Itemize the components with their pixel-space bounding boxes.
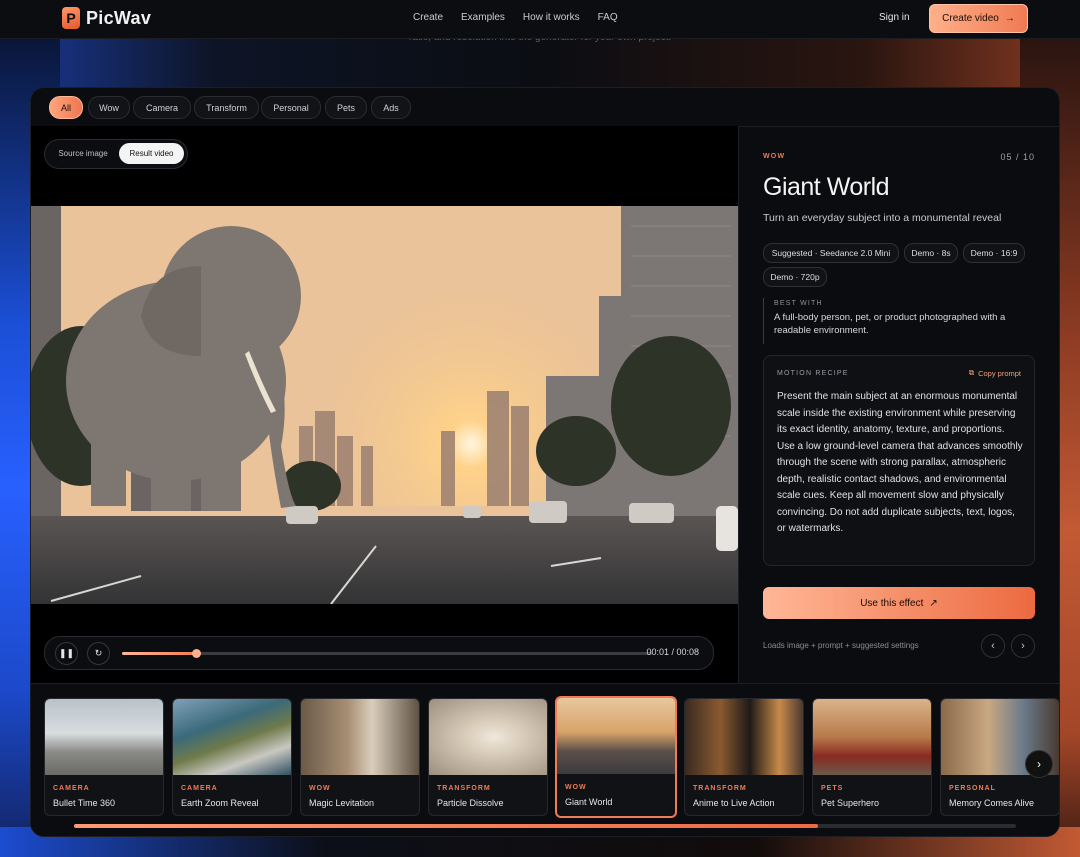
thumbnail-particle-dissolve[interactable]: TRANSFORM Particle Dissolve [428,698,548,816]
logo[interactable]: P PicWav [62,7,151,29]
result-video[interactable] [31,206,738,604]
scrollbar-thumb[interactable] [74,824,819,828]
thumbnail-category: PETS [821,785,844,792]
thumbnail-image [557,698,675,774]
chevron-right-icon: › [1021,640,1025,652]
thumbnail-image [45,699,163,775]
progress-handle[interactable] [192,649,202,658]
pill-demo-duration: Demo · 8s [904,243,958,263]
thumbnail-category: TRANSFORM [693,785,747,792]
best-with-label: BEST WITH [774,300,823,307]
thumbnails-next-button[interactable]: › [1025,750,1053,778]
top-navigation: P PicWav Create Examples How it works FA… [0,0,1080,39]
thumbnail-image [301,699,419,775]
thumbnail-category: WOW [565,784,587,791]
source-result-toggle: Source image Result video [44,139,188,169]
sign-in-link[interactable]: Sign in [879,12,910,23]
thumbnail-image [813,699,931,775]
filter-camera[interactable]: Camera [133,96,191,119]
media-panel: Source image Result video ❚❚ ↻ 00:01 / 0… [31,126,739,683]
thumbnail-name: Bullet Time 360 [53,798,116,808]
thumbnail-name: Earth Zoom Reveal [181,798,259,808]
example-card: All Wow Camera Transform Personal Pets A… [30,87,1060,837]
thumbnail-category: CAMERA [181,785,218,792]
nav-link-create[interactable]: Create [413,12,443,23]
motion-recipe-label: MOTION RECIPE [777,370,849,377]
thumbnail-category: PERSONAL [949,785,996,792]
arrow-up-right-icon: ↗ [929,597,938,609]
pause-icon: ❚❚ [58,648,75,658]
chevron-left-icon: ‹ [991,640,995,652]
thumbnail-bullet-time-360[interactable]: CAMERA Bullet Time 360 [44,698,164,816]
best-with-text: A full-body person, pet, or product phot… [774,312,1006,336]
thumbnail-category: TRANSFORM [437,785,491,792]
thumbnail-image [685,699,803,775]
nav-link-faq[interactable]: FAQ [598,12,618,23]
progress-track[interactable] [122,649,652,658]
thumbnail-scrollbar[interactable] [74,824,1016,828]
pill-demo-resolution: Demo · 720p [763,267,827,287]
thumbnail-name: Giant World [565,797,613,807]
nav-links: Create Examples How it works FAQ [413,12,618,23]
effect-subtitle: Turn an everyday subject into a monument… [763,212,1002,224]
chevron-right-icon: › [1037,757,1041,771]
effect-counter: 05 / 10 [1000,152,1035,162]
logo-text: PicWav [86,7,152,28]
thumbnail-earth-zoom-reveal[interactable]: CAMERA Earth Zoom Reveal [172,698,292,816]
loads-note: Loads image + prompt + suggested setting… [763,641,919,650]
replay-button[interactable]: ↻ [87,642,110,665]
thumbnail-strip: CAMERA Bullet Time 360 CAMERA Earth Zoom… [31,683,1059,836]
pause-button[interactable]: ❚❚ [55,642,78,665]
create-video-button[interactable]: Create video → [929,4,1028,33]
best-with-section: BEST WITH A full-body person, pet, or pr… [763,298,1035,344]
copy-prompt-button[interactable]: ⧉ Copy prompt [969,368,1021,378]
copy-icon: ⧉ [968,368,975,377]
thumbnail-name: Particle Dissolve [437,798,504,808]
video-frame-illustration [31,206,738,604]
nav-link-how-it-works[interactable]: How it works [523,12,580,23]
thumbnail-pet-superhero[interactable]: PETS Pet Superhero [812,698,932,816]
video-time: 00:01 / 00:08 [646,647,699,657]
pill-demo-ratio: Demo · 16:9 [963,243,1025,263]
motion-recipe-text: Present the main subject at an enormous … [777,391,1023,534]
use-effect-button[interactable]: Use this effect ↗ [763,587,1035,619]
thumbnail-image [173,699,291,775]
next-effect-button[interactable]: › [1011,634,1035,658]
thumbnail-name: Anime to Live Action [693,798,775,808]
filter-bar: All Wow Camera Transform Personal Pets A… [31,88,1059,127]
effect-title: Giant World [763,173,890,201]
toggle-result-video[interactable]: Result video [119,143,184,164]
thumbnail-name: Memory Comes Alive [949,798,1035,808]
thumbnail-image [429,699,547,775]
thumbnail-magic-levitation[interactable]: WOW Magic Levitation [300,698,420,816]
filter-ads[interactable]: Ads [371,96,411,119]
filter-pets[interactable]: Pets [325,96,367,119]
filter-transform[interactable]: Transform [194,96,259,119]
filter-wow[interactable]: Wow [88,96,130,119]
effect-details: WOW 05 / 10 Giant World Turn an everyday… [739,126,1059,683]
thumbnail-category: WOW [309,785,331,792]
filter-personal[interactable]: Personal [261,96,321,119]
thumbnail-name: Magic Levitation [309,798,375,808]
thumbnail-anime-to-live-action[interactable]: TRANSFORM Anime to Live Action [684,698,804,816]
logo-icon: P [62,7,80,29]
pill-suggested-model: Suggested · Seedance 2.0 Mini [763,243,899,263]
copy-prompt-label: Copy prompt [978,368,1021,378]
motion-recipe-box: MOTION RECIPE ⧉ Copy prompt Present the … [763,355,1035,566]
thumbnail-name: Pet Superhero [821,798,880,808]
effect-category: WOW [763,153,786,160]
arrow-right-icon: → [1004,13,1015,24]
nav-link-examples[interactable]: Examples [461,12,505,23]
progress-fill [122,652,197,655]
thumbnail-giant-world[interactable]: WOW Giant World [555,696,677,818]
thumbnail-category: CAMERA [53,785,90,792]
filter-all[interactable]: All [49,96,83,119]
previous-effect-button[interactable]: ‹ [981,634,1005,658]
replay-icon: ↻ [94,648,103,658]
video-controls: ❚❚ ↻ 00:01 / 00:08 [44,636,714,670]
toggle-source-image[interactable]: Source image [50,143,116,164]
use-effect-label: Use this effect [860,597,924,609]
create-video-label: Create video [942,13,999,24]
